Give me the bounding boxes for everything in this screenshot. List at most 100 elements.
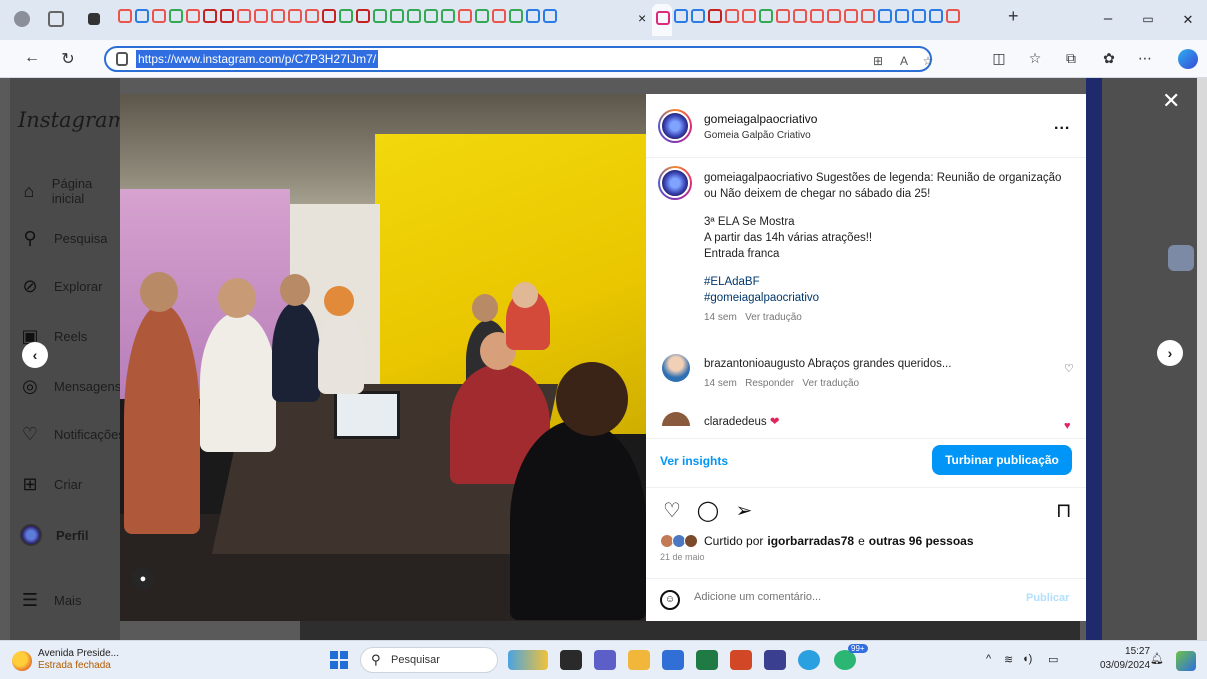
comment-input[interactable] [694, 591, 994, 603]
comment-icon[interactable]: ◯ [696, 498, 720, 523]
liked-heart-icon[interactable]: ♥ [1064, 420, 1071, 432]
refresh-icon[interactable]: ↻ [58, 49, 78, 69]
like-heart-icon[interactable]: ♡ [660, 498, 684, 523]
gmail-tab-icon[interactable] [322, 9, 336, 23]
battery-icon[interactable]: ▭ [1048, 653, 1058, 666]
post-photo[interactable]: ● [120, 94, 646, 621]
post-date[interactable]: 21 de maio [660, 552, 705, 562]
emoji-icon[interactable]: ☺ [660, 590, 680, 610]
tab-favicon[interactable] [390, 9, 404, 23]
tab-favicon[interactable] [742, 9, 756, 23]
minimize-button[interactable]: – [1098, 10, 1118, 27]
post-author-avatar[interactable] [658, 109, 692, 143]
chrome-icon[interactable] [834, 650, 856, 670]
close-icon[interactable]: ✕ [1162, 88, 1180, 114]
comment-translate[interactable]: Ver tradução [802, 378, 859, 389]
tab-favicon[interactable] [458, 9, 472, 23]
tab-favicon[interactable] [492, 9, 506, 23]
sidebar-floating-icon[interactable] [1168, 245, 1194, 271]
tab-favicon[interactable] [271, 9, 285, 23]
tab-close-icon[interactable]: × [638, 10, 646, 26]
nav-notifications[interactable]: ♡ Notificações [20, 424, 125, 444]
tab-favicon[interactable] [861, 9, 875, 23]
system-clock[interactable]: 15:27 03/09/2024 [1100, 645, 1150, 673]
tab-favicon[interactable] [169, 9, 183, 23]
task-view-icon[interactable] [560, 650, 582, 670]
next-arrow-icon[interactable]: › [1157, 340, 1183, 366]
close-window-button[interactable]: ✕ [1178, 12, 1198, 28]
likes-user[interactable]: igorbarradas78 [767, 534, 854, 548]
tab-favicon[interactable] [912, 9, 926, 23]
more-options-icon[interactable]: ... [1054, 116, 1070, 134]
nav-more[interactable]: ☰ Mais [20, 590, 82, 610]
nav-profile[interactable]: Perfil [20, 524, 89, 546]
read-aloud-icon[interactable]: A [896, 54, 912, 68]
tab-favicon[interactable] [929, 9, 943, 23]
nav-explore[interactable]: ⊘ Explorar [20, 276, 102, 296]
wifi-icon[interactable]: ≋ [1004, 653, 1013, 666]
powerpoint-icon[interactable] [730, 650, 752, 670]
previous-arrow-icon[interactable]: ‹ [22, 342, 48, 368]
nav-create[interactable]: ⊞ Criar [20, 474, 82, 494]
tab-favicon[interactable] [526, 9, 540, 23]
tab-favicon[interactable] [118, 9, 132, 23]
comment-avatar[interactable] [662, 354, 690, 382]
boost-post-button[interactable]: Turbinar publicação [932, 445, 1072, 475]
nav-messages[interactable]: ◎ Mensagens [20, 376, 121, 396]
taskbar-widget-icon[interactable] [508, 650, 548, 670]
publish-button[interactable]: Publicar [1026, 592, 1069, 604]
edge-icon[interactable] [798, 650, 820, 670]
tag-user-icon[interactable]: ● [132, 568, 154, 590]
hashtag-link[interactable]: #gomeiagalpaocriativo [704, 290, 1074, 306]
profile-icon[interactable] [14, 11, 30, 27]
tab-favicon[interactable] [725, 9, 739, 23]
tab-favicon[interactable] [424, 9, 438, 23]
app-available-icon[interactable]: ⊞ [870, 54, 886, 68]
tab-favicon[interactable] [776, 9, 790, 23]
tab-favicon[interactable] [827, 9, 841, 23]
word-icon[interactable] [662, 650, 684, 670]
tab-favicon[interactable] [288, 9, 302, 23]
nav-home[interactable]: ⌂ Página inicial [20, 176, 120, 206]
split-screen-icon[interactable]: ◫ [990, 50, 1008, 67]
back-arrow-icon[interactable]: ← [22, 49, 42, 67]
tab-actions-icon[interactable] [88, 13, 100, 25]
comment-username[interactable]: brazantonioaugusto [704, 358, 805, 370]
comment-reply[interactable]: Responder [745, 378, 794, 389]
tab-favicon[interactable] [793, 9, 807, 23]
comment-time[interactable]: 14 sem [704, 378, 737, 389]
publisher-icon[interactable] [764, 650, 786, 670]
tab-favicon[interactable] [759, 9, 773, 23]
gmail-tab-icon[interactable] [708, 9, 722, 23]
excel-icon[interactable] [696, 650, 718, 670]
tab-favicon[interactable] [407, 9, 421, 23]
tab-favicon[interactable] [339, 9, 353, 23]
tab-favicon[interactable] [509, 9, 523, 23]
lock-icon[interactable] [116, 52, 128, 66]
comment-username[interactable]: claradedeus [704, 416, 767, 428]
extensions-icon[interactable]: ✿ [1100, 50, 1118, 67]
collections-icon[interactable]: ⧉ [1062, 50, 1080, 67]
bookmark-icon[interactable]: ⊓ [1056, 498, 1072, 523]
tab-favicon[interactable] [135, 9, 149, 23]
caption-author-avatar[interactable] [658, 166, 692, 200]
tab-favicon[interactable] [844, 9, 858, 23]
caption-author[interactable]: gomeiagalpaocriativo [704, 172, 813, 184]
instagram-logo[interactable]: Instagram [18, 108, 127, 132]
file-explorer-icon[interactable] [628, 650, 650, 670]
tab-favicon[interactable] [810, 9, 824, 23]
hashtag-link[interactable]: #ELAdaBF [704, 274, 1074, 290]
restore-button[interactable]: ▭ [1138, 12, 1158, 26]
comment-avatar[interactable] [662, 412, 690, 426]
tray-chevron-icon[interactable]: ^ [986, 653, 991, 665]
tab-favicon[interactable] [895, 9, 909, 23]
share-send-icon[interactable]: ➢ [732, 498, 756, 523]
tab-favicon[interactable] [305, 9, 319, 23]
post-author-username[interactable]: gomeiagalpaocriativo [704, 112, 817, 126]
tab-favicon[interactable] [186, 9, 200, 23]
tab-favicon[interactable] [152, 9, 166, 23]
weather-icon[interactable] [12, 651, 32, 671]
favorites-icon[interactable]: ☆ [1026, 50, 1044, 67]
taskbar-search[interactable]: ⚲ Pesquisar [360, 647, 498, 673]
likes-others[interactable]: outras 96 pessoas [869, 534, 974, 548]
